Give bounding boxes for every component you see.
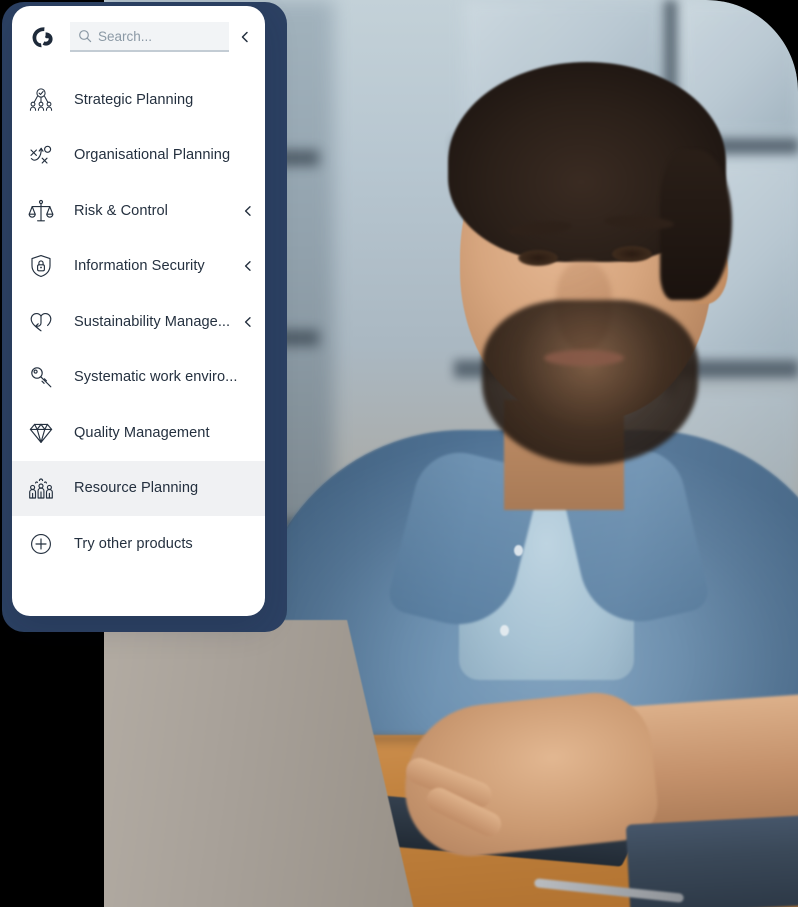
screenshot-stage: Strategic Planning	[0, 0, 798, 907]
sidebar-item-label: Information Security	[74, 258, 205, 275]
search-box[interactable]	[70, 22, 229, 52]
shirt-button	[514, 545, 523, 556]
sidebar-item-label: Try other products	[74, 535, 193, 552]
sidebar-item-try-other-products[interactable]: Try other products	[12, 516, 265, 572]
chevron-left-icon[interactable]	[237, 29, 253, 45]
sidebar-item-risk-and-control[interactable]: Risk & Control	[12, 183, 265, 239]
sidebar-item-strategic-planning[interactable]: Strategic Planning	[12, 72, 265, 128]
navigation-menu-card: Strategic Planning	[12, 6, 265, 616]
menu-header	[12, 6, 265, 68]
plus-circle-icon	[28, 531, 54, 557]
grc-swirl-logo-icon	[28, 22, 58, 52]
chevron-left-icon[interactable]	[241, 315, 255, 329]
eye-right	[612, 246, 652, 262]
eye-left	[518, 250, 558, 266]
heart-arrow-icon	[28, 309, 54, 335]
sidebar-item-label: Strategic Planning	[74, 91, 194, 108]
sidebar-item-systematic-work-environment[interactable]: Systematic work enviro...	[12, 350, 265, 406]
search-icon	[78, 29, 92, 43]
sidebar-item-organisational-planning[interactable]: Organisational Planning	[12, 128, 265, 184]
beard	[482, 300, 698, 465]
strategy-board-icon	[28, 142, 54, 168]
people-group-icon	[28, 475, 54, 501]
key-icon	[28, 364, 54, 390]
team-check-icon	[28, 87, 54, 113]
sidebar-item-sustainability-management[interactable]: Sustainability Manage...	[12, 294, 265, 350]
sidebar-item-label: Organisational Planning	[74, 147, 231, 164]
shirt-button	[500, 625, 509, 636]
sidebar-item-label: Sustainability Manage...	[74, 313, 231, 330]
sidebar-item-label: Risk & Control	[74, 202, 168, 219]
diamond-icon	[28, 420, 54, 446]
mouth	[544, 350, 624, 366]
chevron-left-icon[interactable]	[241, 259, 255, 273]
sidebar-nav-list: Strategic Planning Organisational Planni…	[12, 68, 265, 572]
search-input[interactable]	[98, 28, 229, 44]
scales-balance-icon	[28, 198, 54, 224]
shield-lock-icon	[28, 253, 54, 279]
sidebar-item-label: Quality Management	[74, 424, 210, 441]
chevron-left-icon[interactable]	[241, 204, 255, 218]
sidebar-item-information-security[interactable]: Information Security	[12, 239, 265, 295]
sidebar-item-quality-management[interactable]: Quality Management	[12, 405, 265, 461]
sidebar-item-label: Systematic work enviro...	[74, 369, 237, 386]
sidebar-item-resource-planning[interactable]: Resource Planning	[12, 460, 265, 516]
sidebar-item-label: Resource Planning	[74, 480, 199, 497]
